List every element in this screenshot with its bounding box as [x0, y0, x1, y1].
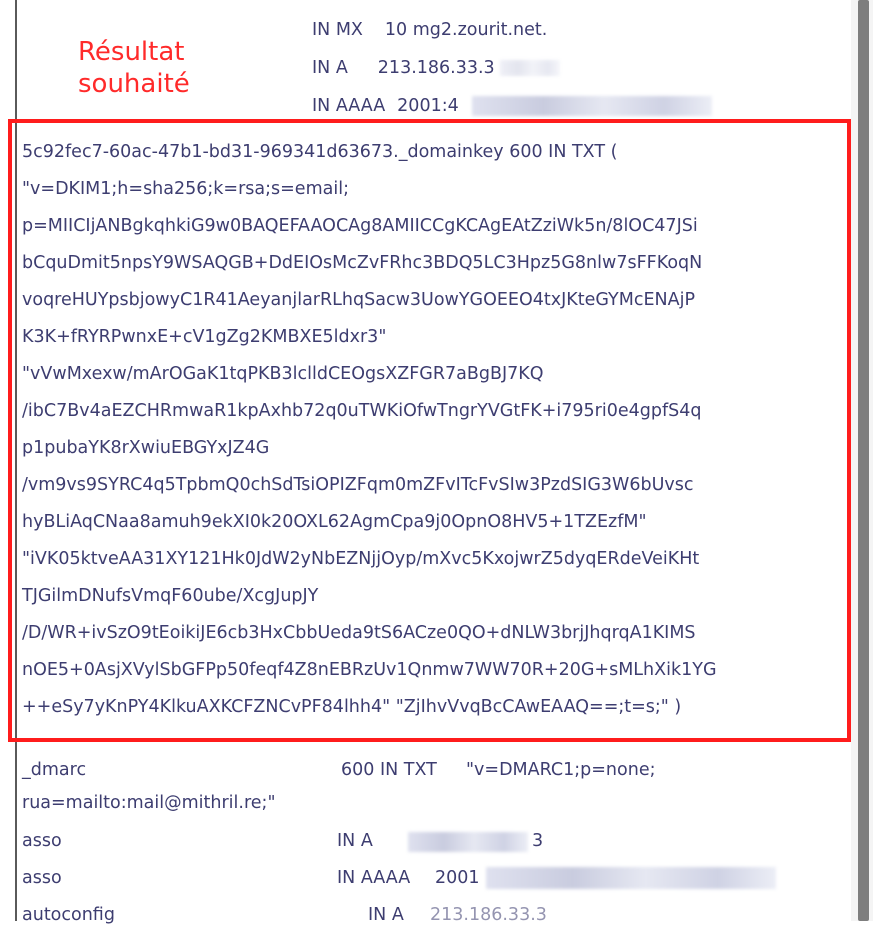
redacted-area — [472, 96, 712, 116]
redacted-area — [408, 832, 528, 852]
record-type: IN A — [312, 58, 348, 78]
dkim-line: 5c92fec7-60ac-47b1-bd31-969341d63673._do… — [22, 142, 618, 162]
dmarc-name: _dmarc — [22, 760, 87, 780]
dkim-line: ++eSy7yKnPY4KlkuAXKCFZNCvPF84lhh4" "ZjIh… — [22, 697, 682, 717]
dkim-line: /ibC7Bv4aEZCHRmwaR1kpAxhb72q0uTWKiOfwTng… — [22, 401, 702, 421]
annotation-line-1: Résultat — [78, 37, 185, 67]
dkim-line: p=MIICIjANBgkqhkiG9w0BAQEFAAOCAg8AMIICCg… — [22, 216, 698, 236]
dkim-line: "iVK05ktveAA31XY121Hk0JdW2yNbEZNjjOyp/mX… — [22, 549, 700, 569]
dmarc-value: "v=DMARC1;p=none; — [466, 760, 656, 780]
dkim-line: p1pubaYK8rXwiuEBGYxJZ4G — [22, 438, 270, 458]
dkim-line: hyBLiAqCNaa8amuh9ekXI0k20OXL62AgmCpa9j0O… — [22, 512, 647, 532]
record-name: autoconfig — [22, 905, 115, 925]
dkim-line: /D/WR+ivSzO9tEoikiJE6cb3HxCbbUeda9tS6ACz… — [22, 623, 696, 643]
annotation-label: Résultat souhaité — [78, 36, 190, 100]
record-value: 2001:4 — [397, 96, 459, 116]
record-a: IN A 213.186.33.3 — [312, 56, 495, 81]
record-name: asso — [22, 868, 62, 888]
annotation-line-2: souhaité — [78, 69, 190, 99]
dkim-line: voqreHUYpsbjowyC1R41AeyanjlarRLhqSacw3Uo… — [22, 290, 696, 310]
dkim-line: bCquDmit5npsY9WSAQGB+DdEIOsMcZvFRhc3BDQ5… — [22, 253, 703, 273]
record-value: 213.186.33.3 — [430, 905, 547, 925]
record-type: IN AAAA — [312, 96, 386, 116]
record-value: 3 — [532, 831, 544, 851]
record-aaaa: IN AAAA 2001:4 — [312, 94, 459, 119]
redacted-area — [486, 867, 776, 889]
dmarc-value-continued: rua=mailto:mail@mithril.re;" — [22, 793, 276, 813]
dkim-line: "v=DKIM1;h=sha256;k=rsa;s=email; — [22, 179, 349, 199]
record-type: IN A — [368, 905, 404, 925]
record-type: IN AAAA — [337, 868, 411, 888]
record-name: asso — [22, 831, 62, 851]
dkim-line: nOE5+0AsjXVylSbGFPp50feqf4Z8nEBRzUv1Qnmw… — [22, 660, 717, 680]
record-value: 2001 — [435, 868, 480, 888]
dkim-line: TJGilmDNufsVmqF60ube/XcgJupJY — [22, 586, 319, 606]
dmarc-ttl-type: 600 IN TXT — [341, 760, 437, 780]
record-mx: IN MX 10 mg2.zourit.net. — [312, 18, 547, 43]
record-value: 10 mg2.zourit.net. — [384, 20, 548, 40]
highlight-box — [8, 119, 851, 742]
scrollbar-thumb[interactable] — [858, 0, 869, 921]
record-value: 213.186.33.3 — [377, 58, 495, 78]
vertical-scrollbar[interactable] — [851, 0, 873, 921]
record-type: IN MX — [312, 20, 363, 40]
dkim-line: /vm9vs9SYRC4q5TpbmQ0chSdTsiOPIZFqm0mZFvI… — [22, 475, 694, 495]
dkim-line: "vVwMxexw/mArOGaK1tqPKB3lclldCEOgsXZFGR7… — [22, 364, 544, 384]
document-page: Résultat souhaité IN MX 10 mg2.zourit.net… — [0, 0, 873, 925]
dkim-line: K3K+fRYRPwnxE+cV1gZg2KMBXE5ldxr3" — [22, 327, 387, 347]
redacted-area — [500, 60, 560, 76]
record-type: IN A — [337, 831, 373, 851]
